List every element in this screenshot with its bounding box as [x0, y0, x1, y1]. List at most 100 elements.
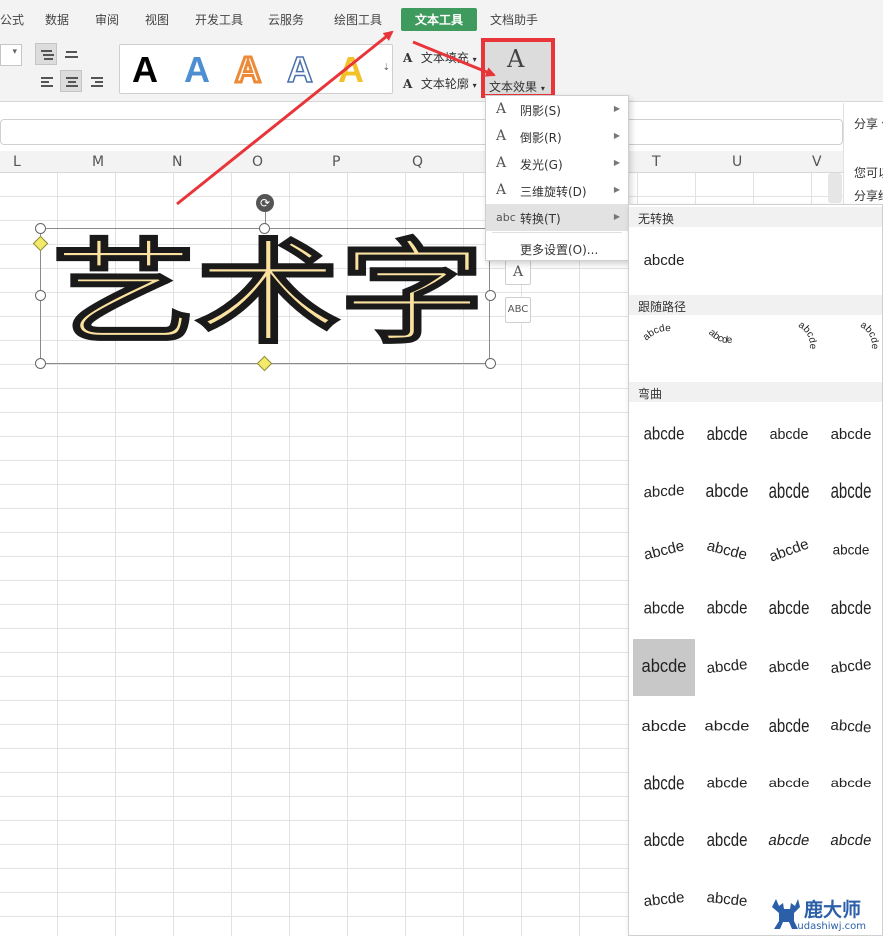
align-center-button[interactable]	[60, 70, 82, 92]
transform-warp-17[interactable]: abcde	[696, 639, 758, 696]
transform-warp-1[interactable]: abcde	[696, 407, 758, 464]
wordart-object[interactable]: 艺术字	[48, 224, 488, 360]
resize-handle-left[interactable]	[35, 290, 46, 301]
transform-warp-22[interactable]: abcde	[758, 699, 820, 756]
align-left-button[interactable]	[35, 70, 57, 92]
warp-sample: abcde	[705, 888, 749, 911]
wordart-style-gold[interactable]: A	[338, 51, 364, 89]
tab-3[interactable]: 视图	[145, 11, 169, 28]
transform-warp-14[interactable]: abcde	[758, 581, 820, 638]
wordart-style-blue-outline[interactable]: A	[286, 50, 314, 90]
effects-menu-item-0[interactable]: A 阴影(S) ▶	[486, 96, 628, 123]
transform-warp-8[interactable]: abcde	[633, 523, 695, 580]
tab-1[interactable]: 数据	[45, 11, 69, 28]
transform-none[interactable]: abcde	[633, 233, 695, 290]
share-button[interactable]: 分享 ▾	[854, 115, 883, 132]
transform-follow-path-1[interactable]: abcde	[697, 317, 759, 374]
transform-warp-16[interactable]: abcde	[633, 639, 695, 696]
transform-warp-33[interactable]: abcde	[696, 872, 758, 929]
rotate-icon[interactable]: ⟳	[256, 194, 274, 212]
transform-warp-18[interactable]: abcde	[758, 639, 820, 696]
tab-0[interactable]: 公式	[0, 11, 24, 28]
transform-warp-32[interactable]: abcde	[633, 872, 695, 929]
vertical-scrollbar[interactable]	[828, 173, 842, 203]
warp-sample: abcde	[706, 598, 748, 619]
transform-warp-10[interactable]: abcde	[758, 523, 820, 580]
transform-warp-25[interactable]: abcde	[696, 756, 758, 813]
transform-warp-11[interactable]: abcde	[820, 523, 882, 580]
resize-handle-top[interactable]	[259, 223, 270, 234]
resize-handle-right[interactable]	[485, 290, 496, 301]
transform-warp-23[interactable]: abcde	[820, 699, 882, 756]
transform-follow-path-0[interactable]: abcde	[635, 317, 697, 374]
tab-8[interactable]: 文档助手	[490, 11, 538, 28]
transform-warp-2[interactable]: abcde	[758, 407, 820, 464]
effects-menu-item-2[interactable]: A 发光(G) ▶	[486, 150, 628, 177]
transform-follow-path-2[interactable]: abcde	[759, 317, 821, 374]
transform-warp-6[interactable]: abcde	[758, 464, 820, 521]
transform-warp-31[interactable]: abcde	[820, 813, 882, 870]
text-outline-label: 文本轮廓	[420, 77, 469, 91]
column-header-N[interactable]: N	[172, 154, 182, 170]
font-size-combo[interactable]: ▾	[0, 44, 22, 66]
tab-2[interactable]: 审阅	[95, 11, 119, 28]
transform-warp-30[interactable]: abcde	[758, 813, 820, 870]
resize-handle-bottom-left[interactable]	[35, 358, 46, 369]
warp-sample: abcde	[768, 776, 810, 791]
transform-warp-19[interactable]: abcde	[820, 639, 882, 696]
column-header-L[interactable]: L	[13, 154, 21, 170]
column-header-M[interactable]: M	[92, 154, 104, 170]
quick-style-icon[interactable]: A	[505, 259, 531, 285]
transform-follow-path-3[interactable]: abcde	[821, 317, 883, 374]
transform-warp-4[interactable]: abcde	[633, 464, 695, 521]
transform-warp-7[interactable]: abcde	[820, 464, 882, 521]
effects-menu-item-3[interactable]: A 三维旋转(D) ▶	[486, 177, 628, 204]
transform-warp-5[interactable]: abcde	[696, 464, 758, 521]
menu-divider	[492, 232, 622, 233]
transform-warp-12[interactable]: abcde	[633, 581, 695, 638]
effects-menu-item-1[interactable]: A 倒影(R) ▶	[486, 123, 628, 150]
transform-warp-20[interactable]: abcde	[633, 699, 695, 756]
transform-warp-28[interactable]: abcde	[633, 813, 695, 870]
wordart-style-blue[interactable]: A	[184, 51, 210, 89]
transform-warp-3[interactable]: abcde	[820, 407, 882, 464]
wordart-style-black[interactable]: A	[132, 51, 158, 89]
align-right-button[interactable]	[85, 70, 107, 92]
transform-warp-0[interactable]: abcde	[633, 407, 695, 464]
column-header-V[interactable]: V	[812, 154, 822, 170]
wordart-style-orange-outline[interactable]: A	[234, 49, 263, 90]
resize-handle-bottom-right[interactable]	[485, 358, 496, 369]
transform-warp-27[interactable]: abcde	[820, 756, 882, 813]
gallery-more-icon[interactable]: ⇣	[382, 63, 390, 73]
transform-warp-13[interactable]: abcde	[696, 581, 758, 638]
column-header-T[interactable]: T	[652, 154, 661, 170]
tab-4[interactable]: 开发工具	[195, 11, 243, 28]
resize-handle-top-left[interactable]	[35, 223, 46, 234]
text-fill-button[interactable]: A 文本填充 ▾	[403, 49, 477, 66]
column-header-U[interactable]: U	[732, 154, 742, 170]
tab-6[interactable]: 绘图工具	[334, 11, 382, 28]
column-header-P[interactable]: P	[332, 154, 340, 170]
effects-menu-item-5[interactable]: 更多设置(O)...	[486, 235, 628, 262]
tab-7[interactable]: 文本工具	[401, 8, 478, 31]
warp-sample: abcde	[767, 832, 811, 849]
formula-bar	[0, 103, 883, 151]
transform-warp-24[interactable]: abcde	[633, 756, 695, 813]
quick-text-style-icon[interactable]: ABC	[505, 297, 531, 323]
tab-5[interactable]: 云服务	[268, 11, 304, 28]
column-header-O[interactable]: O	[252, 154, 263, 170]
transform-warp-21[interactable]: abcde	[696, 699, 758, 756]
text-outline-button[interactable]: A 文本轮廓 ▾	[403, 75, 477, 92]
effects-menu-item-4[interactable]: abc 转换(T) ▶	[486, 204, 628, 231]
transform-warp-15[interactable]: abcde	[820, 581, 882, 638]
transform-warp-9[interactable]: abcde	[696, 523, 758, 580]
align-top-button[interactable]	[35, 43, 57, 65]
transform-warp-26[interactable]: abcde	[758, 756, 820, 813]
abc-transform-icon: abc	[496, 211, 516, 224]
text-effects-button[interactable]: A 文本效果 ▾	[481, 38, 555, 98]
align-middle-button[interactable]	[60, 43, 82, 65]
transform-warp-29[interactable]: abcde	[696, 813, 758, 870]
column-header-Q[interactable]: Q	[412, 154, 423, 170]
formula-input[interactable]	[0, 119, 843, 145]
text-effect-icon: A	[496, 101, 507, 117]
